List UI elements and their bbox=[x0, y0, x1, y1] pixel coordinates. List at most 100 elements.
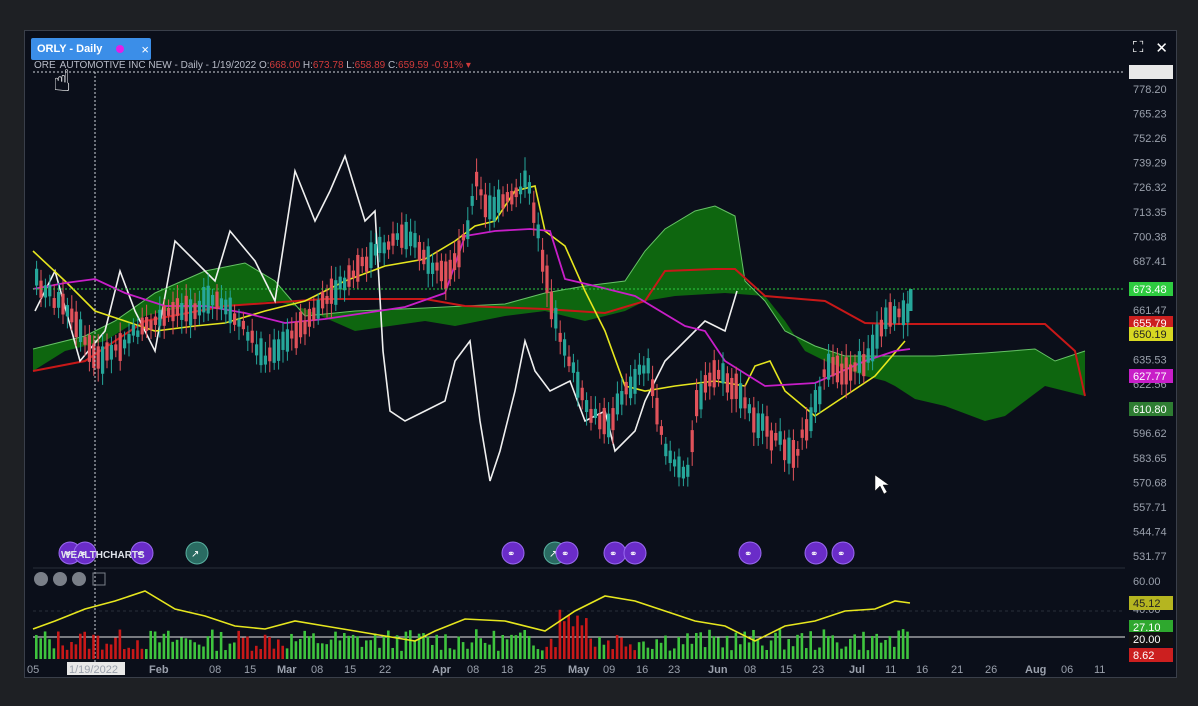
x-tick-label: 15 bbox=[344, 664, 356, 676]
candle-body bbox=[391, 233, 395, 246]
color-dot-icon[interactable] bbox=[116, 45, 125, 53]
indicator-bar bbox=[109, 644, 113, 659]
indicator-bar bbox=[739, 644, 742, 659]
candle-body bbox=[475, 171, 479, 187]
indicator-bar bbox=[853, 634, 856, 659]
indicator-bar bbox=[497, 650, 500, 659]
candle-body bbox=[153, 316, 157, 325]
tab-close-button[interactable]: × bbox=[141, 42, 149, 57]
indicator-bar bbox=[549, 638, 553, 659]
candle-body bbox=[629, 376, 633, 399]
indicator-bar bbox=[778, 629, 782, 659]
indicator-bar bbox=[571, 626, 575, 659]
candle-body bbox=[488, 195, 492, 220]
candle-body bbox=[52, 298, 56, 308]
y-tick-label: 596.62 bbox=[1133, 428, 1167, 440]
indicator-bar bbox=[153, 631, 157, 659]
indicator-bar bbox=[598, 636, 601, 659]
fullscreen-icon[interactable]: ⛶ bbox=[1133, 39, 1144, 57]
last-candle bbox=[909, 289, 913, 311]
indicator-bar bbox=[875, 633, 878, 659]
indicator-bar bbox=[857, 649, 861, 659]
indicator-bar bbox=[761, 645, 764, 659]
candle-body bbox=[853, 362, 857, 372]
candle-body bbox=[193, 303, 197, 319]
indicator-bar bbox=[224, 650, 227, 659]
candle-body bbox=[268, 347, 272, 362]
candle-body bbox=[444, 261, 448, 290]
candle-body bbox=[61, 293, 65, 315]
candle-body bbox=[805, 419, 809, 441]
indicator-bar bbox=[479, 638, 482, 659]
indicator-bar bbox=[202, 646, 205, 659]
x-tick-label: 16 bbox=[636, 664, 648, 676]
indicator-bar bbox=[158, 642, 161, 659]
header-interval: - Daily - 1/19/2022 O: bbox=[171, 60, 270, 71]
y-tick-label: 570.68 bbox=[1133, 477, 1167, 489]
candle-body bbox=[175, 298, 179, 316]
x-tick-label: Jul bbox=[849, 664, 865, 676]
indicator-bar bbox=[400, 650, 403, 659]
y-tick-label: 557.71 bbox=[1133, 502, 1167, 514]
candle-body bbox=[849, 364, 853, 381]
indicator-bar bbox=[483, 642, 487, 659]
indicator-bar bbox=[369, 640, 372, 659]
candle-body bbox=[523, 170, 527, 188]
tool-button-icon bbox=[72, 572, 86, 586]
indicator-bar bbox=[800, 633, 804, 659]
candle-body bbox=[162, 305, 166, 326]
indicator-bar bbox=[818, 647, 821, 659]
indicator-bar bbox=[536, 649, 540, 659]
candle-body bbox=[211, 294, 215, 306]
candle-body bbox=[866, 348, 870, 363]
indicator-bar bbox=[655, 639, 658, 659]
indicator-bar bbox=[241, 637, 245, 659]
candle-body bbox=[470, 196, 474, 206]
candle-body bbox=[505, 192, 509, 202]
candle-body bbox=[65, 305, 69, 317]
candle-body bbox=[668, 450, 672, 464]
indicator-bar bbox=[453, 649, 456, 659]
candle-body bbox=[329, 278, 333, 304]
last-price-box bbox=[1129, 65, 1173, 79]
indicator-bar bbox=[171, 641, 174, 659]
candle-body bbox=[158, 309, 162, 326]
price-label-value: 650.19 bbox=[1133, 329, 1167, 341]
candle-body bbox=[149, 320, 153, 330]
price-chart[interactable]: 787.07778.20765.23752.26739.29726.32713.… bbox=[25, 31, 1177, 678]
candle-body bbox=[373, 243, 377, 256]
candle-body bbox=[774, 432, 778, 441]
indicator-bar bbox=[39, 638, 42, 659]
indicator-bar bbox=[360, 646, 364, 659]
candle-body bbox=[334, 280, 338, 305]
event-glyph: ⚭ bbox=[609, 549, 617, 560]
close-icon[interactable]: ✕ bbox=[1155, 39, 1168, 57]
y-tick-label: 752.26 bbox=[1133, 133, 1167, 145]
candle-body bbox=[637, 364, 641, 375]
close-value: 659.59 bbox=[398, 60, 429, 71]
candle-body bbox=[607, 413, 611, 438]
candle-body bbox=[101, 346, 105, 374]
candle-body bbox=[897, 308, 901, 318]
candle-body bbox=[167, 307, 171, 316]
indicator-bar bbox=[475, 629, 478, 659]
indicator-bar bbox=[615, 635, 619, 659]
x-tick-label: 06 bbox=[1061, 664, 1073, 676]
candle-body bbox=[756, 413, 760, 439]
indicator-bar bbox=[285, 648, 289, 659]
candle-body bbox=[879, 319, 883, 337]
indicator-bar bbox=[752, 629, 755, 659]
indicator-bar bbox=[215, 650, 218, 659]
indicator-bar bbox=[101, 649, 104, 659]
candle-body bbox=[189, 299, 193, 326]
y-tick-label: 544.74 bbox=[1133, 527, 1167, 539]
tab-label: ORLY - Daily bbox=[37, 43, 103, 55]
indicator-bar bbox=[268, 636, 271, 659]
candle-body bbox=[426, 246, 430, 274]
chart-tab[interactable]: ORLY - Daily × bbox=[31, 38, 151, 60]
candle-body bbox=[457, 240, 461, 268]
candle-body bbox=[695, 390, 699, 417]
candle-body bbox=[118, 333, 122, 361]
candle-body bbox=[598, 414, 602, 430]
indicator-bar bbox=[175, 639, 179, 659]
